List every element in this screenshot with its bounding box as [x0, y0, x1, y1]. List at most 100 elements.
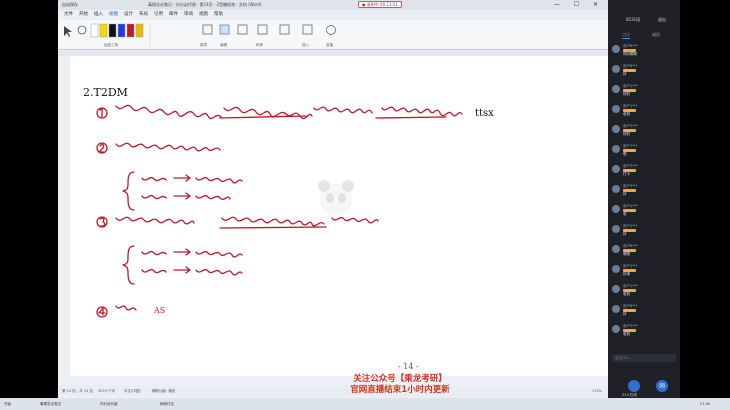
recording-badge[interactable]: ● 录制中 00:13:51	[358, 1, 402, 8]
brace-2-a-arrow	[173, 248, 191, 256]
brace-2-b-drug	[195, 268, 243, 276]
right-black-bar	[680, 0, 730, 410]
menu-item-1[interactable]: 开始	[79, 10, 88, 20]
menu-item-10[interactable]: 帮助	[214, 10, 223, 20]
avatar[interactable]	[612, 85, 620, 93]
brace-1	[122, 171, 135, 211]
lasso-tool-icon[interactable]	[77, 25, 87, 35]
taskbar-item-endocrine[interactable]: 内分泌代谢	[100, 400, 118, 408]
status-zoom[interactable]: 170%	[592, 386, 602, 396]
status-page[interactable]: 第 14 页，共 19 页	[62, 386, 93, 396]
menu-item-5[interactable]: 布局	[139, 10, 148, 20]
chat-message: 用户7*** 嗯	[612, 144, 676, 158]
chat-text: 收	[623, 212, 627, 216]
avatar[interactable]	[612, 285, 620, 293]
chat-input[interactable]: 说点什么...	[612, 354, 676, 362]
line-3-scribble-a	[115, 216, 195, 225]
avatar[interactable]	[612, 265, 620, 273]
menu-bar: 文件 开始 插入 绘图 设计 布局 引用 邮件 审阅 视图 帮助	[58, 10, 608, 21]
avatar[interactable]	[612, 165, 620, 173]
pen-white-icon[interactable]	[90, 23, 99, 38]
replay-icon[interactable]	[326, 25, 336, 35]
menu-item-9[interactable]: 视图	[199, 10, 208, 20]
highlighter-icon[interactable]	[135, 23, 144, 38]
pen-yellow-icon[interactable]	[99, 23, 108, 38]
tab-members[interactable]: 成员	[652, 32, 660, 38]
avatar[interactable]	[612, 105, 620, 113]
avatar[interactable]	[612, 325, 620, 333]
document-title: 毒理总论笔记 · 内分泌代谢 · 第14页 · 2型糖尿病 · 文档 (Word…	[148, 2, 262, 7]
document-page[interactable]: 2.T2DM ttsx AS - 14 -	[70, 56, 608, 376]
chat-message: 用户8*** 好	[612, 64, 676, 78]
bullet-1-digit	[99, 108, 103, 118]
line-1-underline	[219, 115, 307, 119]
chat-text: 好	[623, 192, 627, 196]
avatar[interactable]	[612, 65, 620, 73]
menu-item-8[interactable]: 审阅	[184, 10, 193, 20]
menu-item-6[interactable]: 引用	[154, 10, 163, 20]
insert-canvas-icon[interactable]	[302, 24, 313, 35]
window-controls[interactable]: — ☐ ✕	[554, 0, 604, 10]
chat-bubble-icon[interactable]: ✉	[656, 380, 668, 392]
chat-message: 用户9*** 好	[612, 184, 676, 198]
ribbon-tools[interactable]	[58, 20, 608, 50]
menu-item-2[interactable]: 插入	[94, 10, 103, 20]
taskbar-clock: 21:40	[700, 402, 711, 406]
exit-button[interactable]: 退出	[658, 17, 666, 23]
chat-text: 好	[623, 232, 627, 236]
menu-item-0[interactable]: 文件	[64, 10, 73, 20]
avatar[interactable]	[612, 125, 620, 133]
chat-message: 用户2*** 好的	[612, 84, 676, 98]
avatar[interactable]	[612, 45, 620, 53]
brace-1-b-arrow	[173, 192, 191, 200]
status-accessibility[interactable]: 辅助功能: 调查	[152, 386, 175, 396]
chat-message: 用户6*** 嗯嗯	[612, 244, 676, 258]
status-words[interactable]: 3074 个字	[98, 386, 115, 396]
taskbar-item-notes[interactable]: 毒理总论笔记	[40, 400, 61, 408]
menu-item-4[interactable]: 设计	[124, 10, 133, 20]
brace-1-a-word	[141, 176, 167, 182]
chat-text: 嗯	[623, 152, 627, 156]
brace-1-a-drug	[195, 176, 243, 184]
class-name: 0531班	[626, 17, 641, 22]
chat-text: 嗯嗯	[623, 252, 630, 256]
chat-message: 用户5*** 收到	[612, 324, 676, 338]
eraser-icon[interactable]	[219, 24, 230, 35]
avatar[interactable]	[612, 185, 620, 193]
avatar[interactable]	[612, 205, 620, 213]
tab-discussion[interactable]: 讨论	[622, 32, 630, 39]
line-3-underline	[219, 226, 327, 229]
pen-black-icon[interactable]	[108, 23, 117, 38]
pen-blue-icon[interactable]	[117, 23, 126, 38]
banner-line-1: 关注公众号【乘龙考研】	[353, 374, 447, 384]
chat-message: 用户0*** 好	[612, 224, 676, 238]
ruler-tool-icon[interactable]	[202, 24, 213, 35]
brace-2-b-arrow	[173, 266, 191, 274]
chat-message: 用户5*** 好的	[612, 124, 676, 138]
chat-text: 打卡	[623, 172, 630, 176]
page-number: - 14 -	[398, 362, 419, 371]
math-convert-icon[interactable]	[257, 24, 268, 35]
ribbon-label-convert: 转换	[256, 43, 263, 47]
start-button[interactable]: 开始	[4, 400, 11, 408]
brace-1-b-drug	[195, 194, 231, 201]
avatar[interactable]	[612, 225, 620, 233]
pen-red-icon[interactable]	[126, 23, 135, 38]
ink-to-text-icon[interactable]	[279, 24, 290, 35]
line-4-text: AS	[154, 306, 166, 315]
avatar-online[interactable]	[628, 380, 640, 392]
avatar[interactable]	[612, 245, 620, 253]
chat-text: 同问眼睛	[623, 52, 637, 56]
line-1-scribble-d	[381, 106, 463, 117]
menu-item-7[interactable]: 邮件	[169, 10, 178, 20]
autosave-label[interactable]: 自动保存	[62, 0, 78, 10]
chat-text: 好滴	[623, 272, 630, 276]
taskbar-item-case[interactable]: 病例讨论	[160, 400, 174, 408]
shape-convert-icon[interactable]	[237, 24, 248, 35]
chat-text: 收到	[623, 292, 630, 296]
bullet-2-digit	[98, 143, 105, 153]
status-language[interactable]: 中文(中国)	[124, 386, 141, 396]
avatar[interactable]	[612, 145, 620, 153]
avatar[interactable]	[612, 305, 620, 313]
select-tool-icon[interactable]	[64, 26, 72, 37]
